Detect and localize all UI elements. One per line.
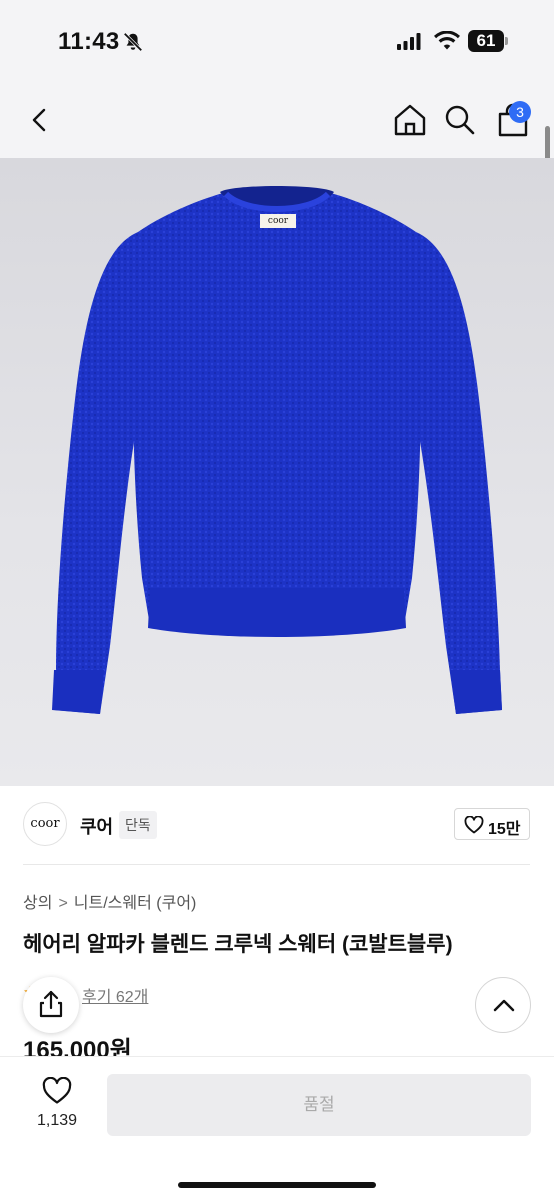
share-icon [39, 990, 63, 1018]
sweater-illustration [52, 186, 502, 714]
home-indicator [178, 1182, 376, 1188]
breadcrumb-separator: > [58, 895, 68, 912]
back-icon[interactable] [26, 106, 54, 134]
product-title: 헤어리 알파카 블렌드 크루넥 스웨터 (코발트블루) [23, 933, 453, 956]
product-image[interactable]: coor [0, 158, 554, 786]
neck-label-text: coor [267, 216, 289, 226]
signal-icon [397, 33, 421, 50]
battery-tip [505, 37, 508, 45]
brand-like-button[interactable]: 15만 [454, 808, 530, 840]
brand-like-count: 15만 [488, 821, 521, 838]
review-count-link[interactable]: 후기 62개 [82, 983, 148, 1007]
bottom-action-bar: 1,139 품절 [0, 1056, 554, 1200]
breadcrumb-subcategory[interactable]: 니트/스웨터 (쿠어) [74, 889, 197, 913]
divider [23, 864, 530, 865]
heart-icon [42, 1076, 72, 1104]
wishlist-button[interactable]: 1,139 [36, 1076, 78, 1137]
heart-icon [464, 816, 484, 834]
share-button[interactable] [23, 977, 79, 1033]
wifi-icon [434, 31, 460, 50]
exclusive-badge: 단독 [119, 811, 157, 839]
brand-row: coor 쿠어 단독 15만 [0, 800, 554, 852]
soldout-button[interactable]: 품절 [107, 1074, 531, 1136]
status-time: 11:43 [58, 28, 120, 55]
brand-name[interactable]: 쿠어 [80, 813, 113, 839]
chevron-up-icon [493, 999, 515, 1012]
home-icon[interactable] [392, 102, 428, 138]
bell-muted-icon [123, 32, 143, 52]
search-icon[interactable] [444, 104, 476, 136]
battery-level: 61 [468, 30, 504, 52]
battery-icon: 61 [468, 30, 508, 52]
wishlist-count: 1,139 [36, 1112, 78, 1129]
status-bar: 11:43 61 [0, 0, 554, 82]
breadcrumb-category[interactable]: 상의 [23, 889, 52, 913]
top-nav [0, 82, 554, 158]
scroll-top-button[interactable] [475, 977, 531, 1033]
breadcrumb: 상의 > 니트/스웨터 (쿠어) [23, 889, 196, 913]
cart-count-badge[interactable]: 3 [509, 101, 531, 123]
brand-logo[interactable]: coor [23, 802, 67, 846]
